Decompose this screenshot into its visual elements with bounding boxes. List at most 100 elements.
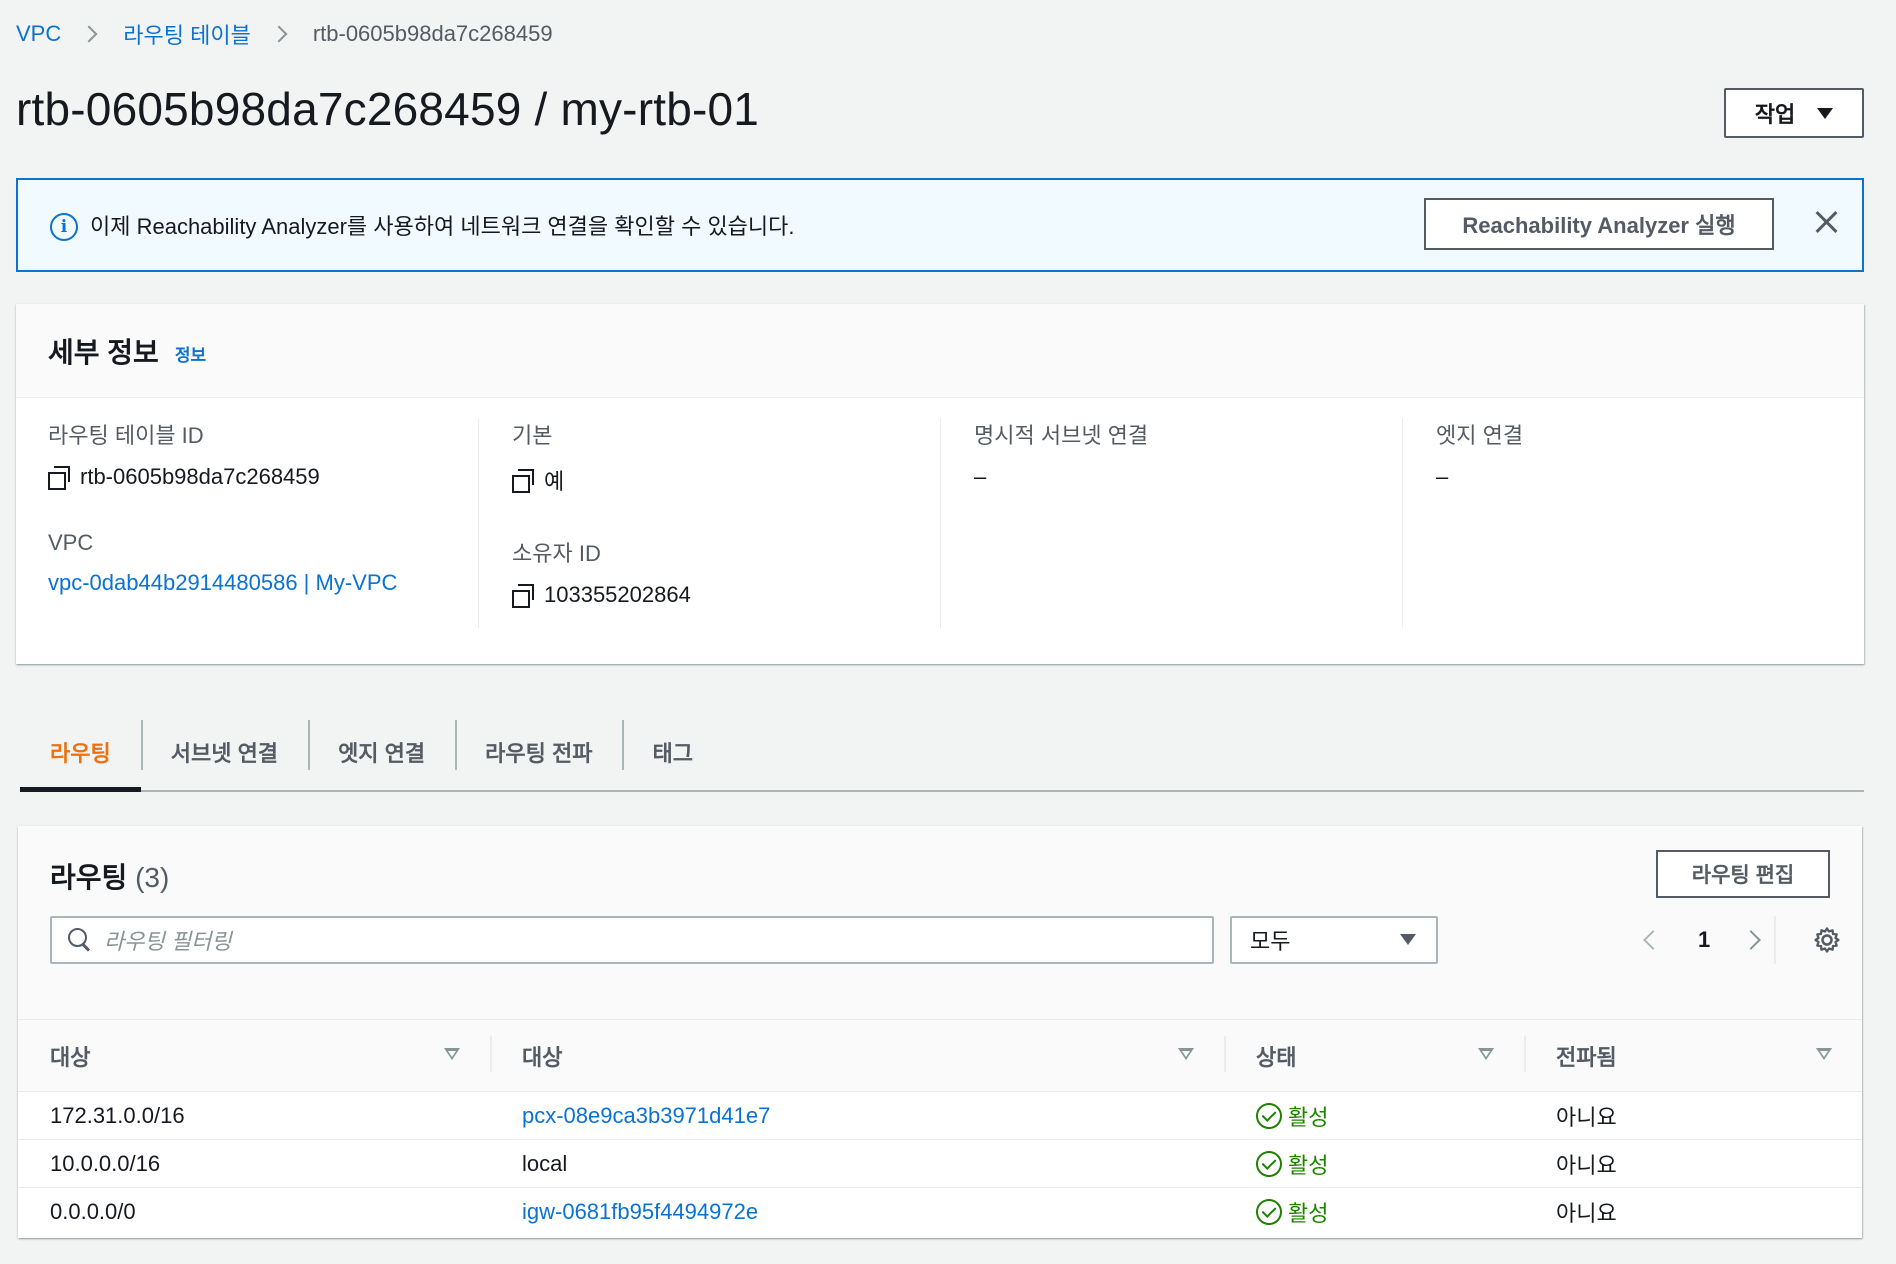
edit-routes-button[interactable]: 라우팅 편집 (1656, 850, 1830, 898)
column-header-propagated[interactable]: 전파됨 (1524, 1020, 1862, 1091)
routes-title-text: 라우팅 (50, 862, 128, 893)
field-value: – (1436, 464, 1449, 489)
caret-down-icon (1400, 934, 1416, 945)
routes-title: 라우팅 (3) (50, 856, 169, 896)
chevron-right-icon (80, 25, 98, 43)
breadcrumb-vpc[interactable]: VPC (16, 21, 61, 47)
table-header: 대상 대상 상태 전파됨 (18, 1020, 1862, 1092)
tab-edge-associations[interactable]: 엣지 연결 (308, 714, 455, 790)
main-value: 예 (544, 469, 565, 494)
divider (1774, 916, 1776, 964)
sort-icon[interactable] (1478, 1048, 1494, 1060)
page-title: rtb-0605b98da7c268459 / my-rtb-01 (16, 83, 760, 135)
copy-icon[interactable] (48, 466, 70, 490)
run-reachability-analyzer-button[interactable]: Reachability Analyzer 실행 (1424, 198, 1774, 250)
routes-panel: 라우팅 (3) 라우팅 편집 라우팅 필터링 모두 1 대상 대상 상태 전파됨… (18, 826, 1862, 1238)
routes-table: 대상 대상 상태 전파됨 172.31.0.0/16 pcx-08e9ca3b3… (18, 1020, 1862, 1236)
vpc-field: VPC vpc-0dab44b2914480586 | My-VPC (48, 530, 468, 596)
route-propagated: 아니요 (1556, 1152, 1617, 1178)
route-status: 활성 (1224, 1188, 1524, 1236)
main-field: 기본 예 (512, 418, 932, 496)
field-label: 소유자 ID (512, 541, 601, 566)
route-target-link[interactable]: pcx-08e9ca3b3971d41e7 (522, 1103, 770, 1129)
field-label: 명시적 서브넷 연결 (974, 423, 1149, 448)
route-status: 활성 (1224, 1092, 1524, 1139)
routes-header: 라우팅 (3) 라우팅 편집 라우팅 필터링 모두 1 (18, 826, 1862, 1020)
route-target-cell: pcx-08e9ca3b3971d41e7 (490, 1092, 1224, 1139)
chevron-left-icon[interactable] (1643, 930, 1663, 950)
route-table-id-field: 라우팅 테이블 ID rtb-0605b98da7c268459 (48, 418, 468, 490)
route-status-text: 활성 (1288, 1152, 1329, 1178)
route-status-text: 활성 (1288, 1201, 1329, 1226)
field-value: 예 (512, 464, 932, 496)
owner-id-field: 소유자 ID 103355202864 (512, 536, 932, 608)
route-target-cell: local (490, 1140, 1224, 1187)
field-label: 기본 (512, 423, 553, 448)
sort-icon[interactable] (1816, 1048, 1832, 1060)
copy-icon[interactable] (512, 469, 534, 493)
owner-id-value: 103355202864 (544, 582, 691, 607)
breadcrumb: VPC 라우팅 테이블 rtb-0605b98da7c268459 (16, 18, 553, 50)
breadcrumb-route-tables[interactable]: 라우팅 테이블 (123, 18, 251, 50)
route-table-id-value: rtb-0605b98da7c268459 (80, 464, 320, 489)
route-destination: 172.31.0.0/16 (50, 1102, 185, 1128)
status-success-icon (1256, 1102, 1282, 1129)
column-header-destination[interactable]: 대상 (18, 1020, 490, 1091)
column-header-target[interactable]: 대상 (490, 1020, 1224, 1091)
actions-dropdown-button[interactable]: 작업 (1724, 88, 1864, 138)
status-success-icon (1256, 1199, 1282, 1225)
explicit-subnet-field: 명시적 서브넷 연결 – (974, 418, 1394, 490)
route-destination: 0.0.0.0/0 (50, 1199, 136, 1224)
field-label: 라우팅 테이블 ID (48, 423, 204, 448)
sort-icon[interactable] (1178, 1048, 1194, 1060)
info-banner: i 이제 Reachability Analyzer를 사용하여 네트워크 연결… (16, 178, 1864, 272)
vpc-link[interactable]: vpc-0dab44b2914480586 | My-VPC (48, 570, 397, 596)
pagination: 1 (1632, 920, 1772, 960)
details-column-4: 엣지 연결 – (1436, 418, 1836, 628)
tab-tags[interactable]: 태그 (622, 714, 722, 790)
status-success-icon (1256, 1150, 1282, 1177)
column-divider (478, 418, 479, 628)
tab-route-propagation[interactable]: 라우팅 전파 (455, 714, 622, 790)
column-divider (1402, 418, 1403, 628)
route-target-cell: igw-0681fb95f4494972e (490, 1188, 1224, 1236)
close-icon[interactable] (1810, 206, 1842, 238)
column-header-label: 대상 (50, 1044, 91, 1070)
tab-subnet-associations[interactable]: 서브넷 연결 (140, 714, 308, 790)
field-value: – (974, 464, 987, 489)
gear-icon[interactable] (1813, 926, 1841, 954)
route-target-link[interactable]: igw-0681fb95f4494972e (522, 1199, 758, 1225)
field-label: VPC (48, 530, 94, 555)
column-header-status[interactable]: 상태 (1224, 1020, 1524, 1091)
field-value: rtb-0605b98da7c268459 (48, 464, 468, 490)
details-title: 세부 정보 (48, 336, 159, 368)
route-propagated: 아니요 (1556, 1201, 1617, 1226)
select-value: 모두 (1250, 929, 1291, 954)
table-row: 172.31.0.0/16 pcx-08e9ca3b3971d41e7 활성 아… (18, 1092, 1862, 1140)
chevron-right-icon (270, 25, 288, 43)
banner-text: 이제 Reachability Analyzer를 사용하여 네트워크 연결을 … (90, 214, 795, 239)
copy-icon[interactable] (512, 584, 534, 608)
info-icon: i (50, 213, 78, 241)
route-target-text: local (522, 1150, 568, 1176)
route-propagated: 아니요 (1556, 1104, 1617, 1130)
column-divider (940, 418, 941, 628)
sort-icon[interactable] (444, 1048, 460, 1060)
route-filter-select[interactable]: 모두 (1230, 916, 1438, 964)
filter-placeholder: 라우팅 필터링 (104, 929, 232, 954)
route-status: 활성 (1224, 1140, 1524, 1187)
chevron-right-icon[interactable] (1741, 930, 1762, 950)
details-panel: 세부 정보 정보 라우팅 테이블 ID rtb-0605b98da7c26845… (16, 304, 1864, 664)
details-header: 세부 정보 정보 (16, 304, 1864, 398)
details-info-link[interactable]: 정보 (175, 341, 206, 366)
caret-down-icon (1817, 107, 1834, 119)
tab-routes[interactable]: 라우팅 (20, 714, 141, 792)
route-filter-input[interactable]: 라우팅 필터링 (50, 916, 1214, 964)
field-value: vpc-0dab44b2914480586 | My-VPC (48, 570, 468, 596)
routes-count: (3) (135, 862, 170, 893)
page-number[interactable]: 1 (1698, 927, 1710, 953)
route-status-text: 활성 (1288, 1104, 1329, 1130)
table-row: 0.0.0.0/0 igw-0681fb95f4494972e 활성 아니요 (18, 1188, 1862, 1236)
breadcrumb-current: rtb-0605b98da7c268459 (312, 21, 553, 46)
actions-button-label: 작업 (1754, 102, 1796, 127)
